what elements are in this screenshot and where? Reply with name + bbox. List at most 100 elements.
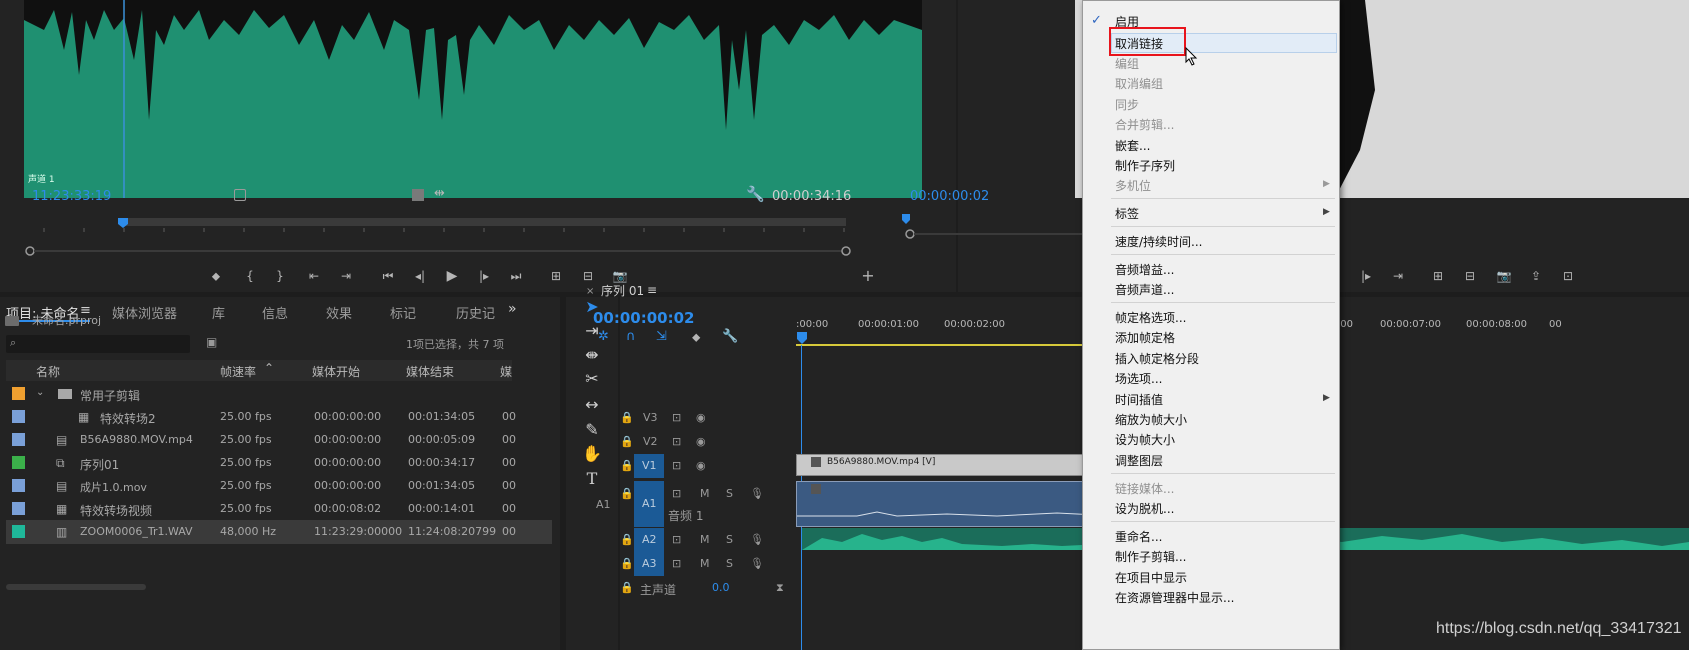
column-framerate[interactable]: 帧速率 xyxy=(220,363,256,380)
lock-icon[interactable]: 🔒 xyxy=(620,459,634,472)
toggle-output-eye-icon[interactable]: ◉ xyxy=(696,459,706,472)
program-step-forward-icon[interactable]: |▸ xyxy=(1356,266,1376,286)
razor-tool-icon[interactable]: ✂ xyxy=(579,369,605,393)
menu-item-scale-to-frame-size[interactable]: 缩放为帧大小 xyxy=(1115,411,1187,428)
track-target-a2[interactable]: A2 xyxy=(634,528,664,552)
menu-item-ungroup[interactable]: 取消编组 xyxy=(1115,75,1163,92)
sync-lock-icon[interactable]: ⊡ xyxy=(672,435,681,448)
sync-lock-icon[interactable]: ⊡ xyxy=(672,411,681,424)
menu-item-add-frame-hold[interactable]: 添加帧定格 xyxy=(1115,329,1175,346)
new-bin-icon[interactable]: ▣ xyxy=(206,335,217,349)
source-timecode-in[interactable]: 11:23:33:19 xyxy=(32,189,111,204)
menu-item-field-options[interactable]: 场选项... xyxy=(1115,370,1162,387)
menu-item-link-media[interactable]: 链接媒体... xyxy=(1115,480,1174,497)
menu-item-audio-gain[interactable]: 音频增益... xyxy=(1115,261,1174,278)
track-header-v3[interactable]: 🔒 V3 ⊡ ◉ xyxy=(620,406,856,430)
hand-tool-icon[interactable]: ✋ xyxy=(579,444,605,468)
tab-libraries[interactable]: 库 xyxy=(212,303,225,322)
column-media-more[interactable]: 媒 xyxy=(500,363,512,380)
snap-icon[interactable]: ∩ xyxy=(626,329,636,344)
tab-media-browser[interactable]: 媒体浏览器 xyxy=(112,303,177,322)
sequence-tab[interactable]: 序列 01 xyxy=(601,282,644,299)
play-icon[interactable]: ▶ xyxy=(442,266,462,286)
mark-out-icon[interactable]: } xyxy=(270,266,290,286)
more-tabs-icon[interactable]: » xyxy=(508,301,517,317)
wrench-icon[interactable]: 🔧 xyxy=(746,185,765,203)
step-forward-many-icon[interactable]: ⏭ xyxy=(506,266,526,286)
list-item[interactable]: ⌄ 常用子剪辑 xyxy=(6,382,552,406)
master-track-header[interactable]: 🔒 主声道 0.0 ⧗ xyxy=(620,576,856,600)
column-media-start[interactable]: 媒体开始 xyxy=(312,363,360,380)
list-item[interactable]: ▤ B56A9880.MOV.mp4 25.00 fps 00:00:00:00… xyxy=(6,428,552,452)
track-target-a3[interactable]: A3 xyxy=(634,552,664,576)
menu-item-make-subclip[interactable]: 制作子剪辑... xyxy=(1115,548,1186,565)
menu-item-merge-clips[interactable]: 合并剪辑... xyxy=(1115,116,1174,133)
voice-over-mic-icon[interactable]: 🎙 xyxy=(750,533,764,546)
menu-item-synchronize[interactable]: 同步 xyxy=(1115,96,1139,113)
add-marker-icon[interactable]: ⬥ xyxy=(692,330,700,345)
tab-info[interactable]: 信息 xyxy=(262,303,288,322)
solo-button[interactable]: S xyxy=(726,487,733,500)
label-color[interactable] xyxy=(12,433,25,446)
playhead-arrows-icon[interactable]: ⇹ xyxy=(434,186,445,201)
timeline-timecode[interactable]: 00:00:00:02 xyxy=(593,309,695,327)
tab-markers[interactable]: 标记 xyxy=(390,303,416,322)
source-waveform[interactable]: 声道 1 xyxy=(24,0,922,198)
add-button-icon[interactable]: + xyxy=(858,266,878,286)
master-volume-value[interactable]: 0.0 xyxy=(712,581,730,594)
label-color[interactable] xyxy=(12,502,25,515)
go-to-in-icon[interactable]: ⇤ xyxy=(304,266,324,286)
label-color[interactable] xyxy=(12,525,25,538)
mark-in-icon[interactable]: { xyxy=(240,266,260,286)
column-media-end[interactable]: 媒体结束 xyxy=(406,363,454,380)
timeline-settings-icon[interactable]: 🔧 xyxy=(722,329,738,344)
step-forward-icon[interactable]: |▸ xyxy=(474,266,494,286)
menu-item-reveal-in-explorer[interactable]: 在资源管理器中显示... xyxy=(1115,589,1234,606)
menu-item-group[interactable]: 编组 xyxy=(1115,55,1139,72)
menu-item-set-to-frame-size[interactable]: 设为帧大小 xyxy=(1115,431,1175,448)
column-name[interactable]: 名称 xyxy=(36,363,60,380)
menu-item-multi-camera[interactable]: 多机位 xyxy=(1115,177,1151,194)
menu-item-reveal-in-project[interactable]: 在项目中显示 xyxy=(1115,569,1187,586)
label-color[interactable] xyxy=(12,456,25,469)
program-more-icon[interactable]: ⊡ xyxy=(1558,266,1578,286)
list-item[interactable]: ▦ 特效转场视频 25.00 fps 00:00:08:02 00:00:14:… xyxy=(6,497,552,521)
source-scrubber[interactable] xyxy=(24,218,922,262)
lock-icon[interactable]: 🔒 xyxy=(620,533,634,546)
expand-chevron-icon[interactable]: ⌄ xyxy=(36,387,44,398)
list-item-selected[interactable]: ▥ ZOOM0006_Tr1.WAV 48,000 Hz 11:23:29:00… xyxy=(6,520,552,544)
voice-over-mic-icon[interactable]: 🎙 xyxy=(750,557,764,570)
menu-item-time-interpolation[interactable]: 时间插值 xyxy=(1115,391,1163,408)
menu-item-nest[interactable]: 嵌套... xyxy=(1115,137,1150,154)
compare-view-icon[interactable]: ⇪ xyxy=(1526,266,1546,286)
close-sequence-icon[interactable]: × xyxy=(586,286,594,297)
insert-icon[interactable]: ⊞ xyxy=(546,266,566,286)
menu-item-unlink[interactable]: 取消链接 xyxy=(1115,35,1163,52)
mute-button[interactable]: M xyxy=(700,557,710,570)
mute-button[interactable]: M xyxy=(700,533,710,546)
sync-lock-icon[interactable]: ⊡ xyxy=(672,487,681,500)
source-track-label[interactable]: A1 xyxy=(596,498,611,511)
menu-item-make-subsequence[interactable]: 制作子序列 xyxy=(1115,157,1175,174)
drop-icon[interactable] xyxy=(412,189,424,201)
solo-button[interactable]: S xyxy=(726,533,733,546)
source-patch-a1[interactable]: A1 xyxy=(634,481,664,527)
lock-icon[interactable]: 🔒 xyxy=(620,581,634,594)
menu-item-rename[interactable]: 重命名... xyxy=(1115,528,1162,545)
sync-lock-icon[interactable]: ⊡ xyxy=(672,557,681,570)
pen-tool-icon[interactable]: ✎ xyxy=(579,420,605,444)
program-go-to-out-icon[interactable]: ⇥ xyxy=(1388,266,1408,286)
toggle-output-eye-icon[interactable]: ◉ xyxy=(696,411,706,424)
fit-icon[interactable] xyxy=(234,189,246,201)
label-color[interactable] xyxy=(12,410,25,423)
playhead-icon[interactable] xyxy=(796,331,808,345)
lock-icon[interactable]: 🔒 xyxy=(620,557,634,570)
tab-effects[interactable]: 效果 xyxy=(326,303,352,322)
overwrite-icon[interactable]: ⊟ xyxy=(578,266,598,286)
menu-item-speed-duration[interactable]: 速度/持续时间... xyxy=(1115,233,1203,250)
sync-lock-icon[interactable]: ⊡ xyxy=(672,533,681,546)
label-color[interactable] xyxy=(12,387,25,400)
list-item[interactable]: ▤ 成片1.0.mov 25.00 fps 00:00:00:00 00:01:… xyxy=(6,474,552,498)
lock-icon[interactable]: 🔒 xyxy=(620,435,634,448)
sync-lock-icon[interactable]: ⊡ xyxy=(672,459,681,472)
